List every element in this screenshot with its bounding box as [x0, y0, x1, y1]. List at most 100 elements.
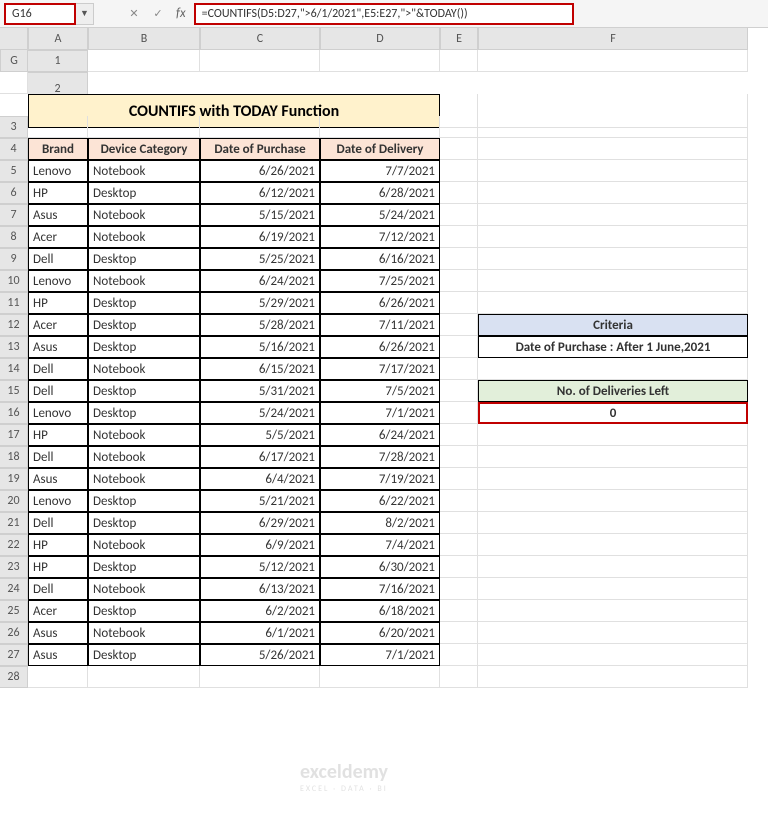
cell-category[interactable]: Desktop [88, 248, 200, 270]
cell-brand[interactable]: HP [28, 182, 88, 204]
cell[interactable] [440, 424, 478, 446]
cell[interactable] [478, 50, 748, 72]
cell-category[interactable]: Notebook [88, 358, 200, 380]
cell[interactable] [440, 644, 478, 666]
cell-brand[interactable]: Dell [28, 358, 88, 380]
row-header-26[interactable]: 26 [0, 622, 28, 644]
cell[interactable] [200, 666, 320, 688]
cell-brand[interactable]: Dell [28, 578, 88, 600]
cell-purchase-date[interactable]: 5/29/2021 [200, 292, 320, 314]
cell-delivery-date[interactable]: 7/4/2021 [320, 534, 440, 556]
enter-icon[interactable]: ✓ [148, 4, 168, 24]
row-header-8[interactable]: 8 [0, 226, 28, 248]
cell-category[interactable]: Desktop [88, 336, 200, 358]
cell[interactable] [88, 50, 200, 72]
select-all-corner[interactable] [0, 28, 28, 50]
cell[interactable] [440, 402, 478, 424]
row-header-18[interactable]: 18 [0, 446, 28, 468]
cell-delivery-date[interactable]: 6/16/2021 [320, 248, 440, 270]
cell-category[interactable]: Notebook [88, 160, 200, 182]
cell[interactable] [478, 292, 748, 314]
cell[interactable] [478, 468, 748, 490]
cell-purchase-date[interactable]: 6/9/2021 [200, 534, 320, 556]
cell-category[interactable]: Desktop [88, 556, 200, 578]
row-header-22[interactable]: 22 [0, 534, 28, 556]
cell[interactable] [440, 270, 478, 292]
cell-category[interactable]: Notebook [88, 204, 200, 226]
cell[interactable] [440, 138, 478, 160]
cell-brand[interactable]: Dell [28, 446, 88, 468]
cell[interactable] [88, 116, 200, 138]
cell[interactable] [320, 116, 440, 138]
cell-delivery-date[interactable]: 7/12/2021 [320, 226, 440, 248]
cell-purchase-date[interactable]: 6/26/2021 [200, 160, 320, 182]
cell-category[interactable]: Notebook [88, 446, 200, 468]
cell[interactable] [478, 270, 748, 292]
cell[interactable] [440, 534, 478, 556]
cell[interactable] [440, 490, 478, 512]
cell-category[interactable]: Notebook [88, 622, 200, 644]
cell-purchase-date[interactable]: 5/24/2021 [200, 402, 320, 424]
cell[interactable] [200, 116, 320, 138]
cell-brand[interactable]: Acer [28, 226, 88, 248]
cell-brand[interactable]: HP [28, 556, 88, 578]
cell-purchase-date[interactable]: 5/12/2021 [200, 556, 320, 578]
cell[interactable] [478, 358, 748, 380]
cell-purchase-date[interactable]: 5/15/2021 [200, 204, 320, 226]
row-header-27[interactable]: 27 [0, 644, 28, 666]
cell[interactable] [478, 226, 748, 248]
row-header-24[interactable]: 24 [0, 578, 28, 600]
cell-brand[interactable]: HP [28, 292, 88, 314]
formula-input[interactable]: =COUNTIFS(D5:D27,">6/1/2021",E5:E27,">"&… [194, 3, 574, 25]
cell[interactable] [28, 666, 88, 688]
cell-category[interactable]: Desktop [88, 380, 200, 402]
cell-delivery-date[interactable]: 6/28/2021 [320, 182, 440, 204]
cell-category[interactable]: Notebook [88, 578, 200, 600]
cell-brand[interactable]: Lenovo [28, 270, 88, 292]
cell[interactable] [440, 50, 478, 72]
cell-delivery-date[interactable]: 6/30/2021 [320, 556, 440, 578]
row-header-12[interactable]: 12 [0, 314, 28, 336]
cell-purchase-date[interactable]: 5/26/2021 [200, 644, 320, 666]
cell-purchase-date[interactable]: 6/17/2021 [200, 446, 320, 468]
row-header-14[interactable]: 14 [0, 358, 28, 380]
cell-purchase-date[interactable]: 5/25/2021 [200, 248, 320, 270]
cell[interactable] [440, 336, 478, 358]
cell[interactable] [200, 50, 320, 72]
cell-purchase-date[interactable]: 6/15/2021 [200, 358, 320, 380]
cell-delivery-date[interactable]: 7/1/2021 [320, 402, 440, 424]
cell-delivery-date[interactable]: 6/20/2021 [320, 622, 440, 644]
cell-delivery-date[interactable]: 7/16/2021 [320, 578, 440, 600]
cell[interactable] [440, 182, 478, 204]
cell-purchase-date[interactable]: 6/19/2021 [200, 226, 320, 248]
cell-brand[interactable]: Lenovo [28, 402, 88, 424]
cell[interactable] [320, 666, 440, 688]
cell-category[interactable]: Desktop [88, 314, 200, 336]
cell-category[interactable]: Desktop [88, 182, 200, 204]
cell[interactable] [28, 116, 88, 138]
cell-brand[interactable]: Asus [28, 644, 88, 666]
row-header-16[interactable]: 16 [0, 402, 28, 424]
row-header-9[interactable]: 9 [0, 248, 28, 270]
cell-delivery-date[interactable]: 7/19/2021 [320, 468, 440, 490]
cell-delivery-date[interactable]: 7/28/2021 [320, 446, 440, 468]
row-header-6[interactable]: 6 [0, 182, 28, 204]
cell[interactable] [440, 248, 478, 270]
row-header-7[interactable]: 7 [0, 204, 28, 226]
cell-brand[interactable]: HP [28, 424, 88, 446]
cell-delivery-date[interactable]: 7/25/2021 [320, 270, 440, 292]
cell[interactable] [88, 666, 200, 688]
cell-purchase-date[interactable]: 5/21/2021 [200, 490, 320, 512]
cell[interactable] [440, 622, 478, 644]
row-header-20[interactable]: 20 [0, 490, 28, 512]
cell[interactable] [440, 600, 478, 622]
cell-purchase-date[interactable]: 5/31/2021 [200, 380, 320, 402]
row-header-17[interactable]: 17 [0, 424, 28, 446]
row-header-11[interactable]: 11 [0, 292, 28, 314]
cell-delivery-date[interactable]: 7/7/2021 [320, 160, 440, 182]
cell-category[interactable]: Desktop [88, 600, 200, 622]
row-header-5[interactable]: 5 [0, 160, 28, 182]
name-box[interactable]: G16 [4, 3, 76, 25]
cell-delivery-date[interactable]: 6/26/2021 [320, 336, 440, 358]
cell[interactable] [440, 204, 478, 226]
